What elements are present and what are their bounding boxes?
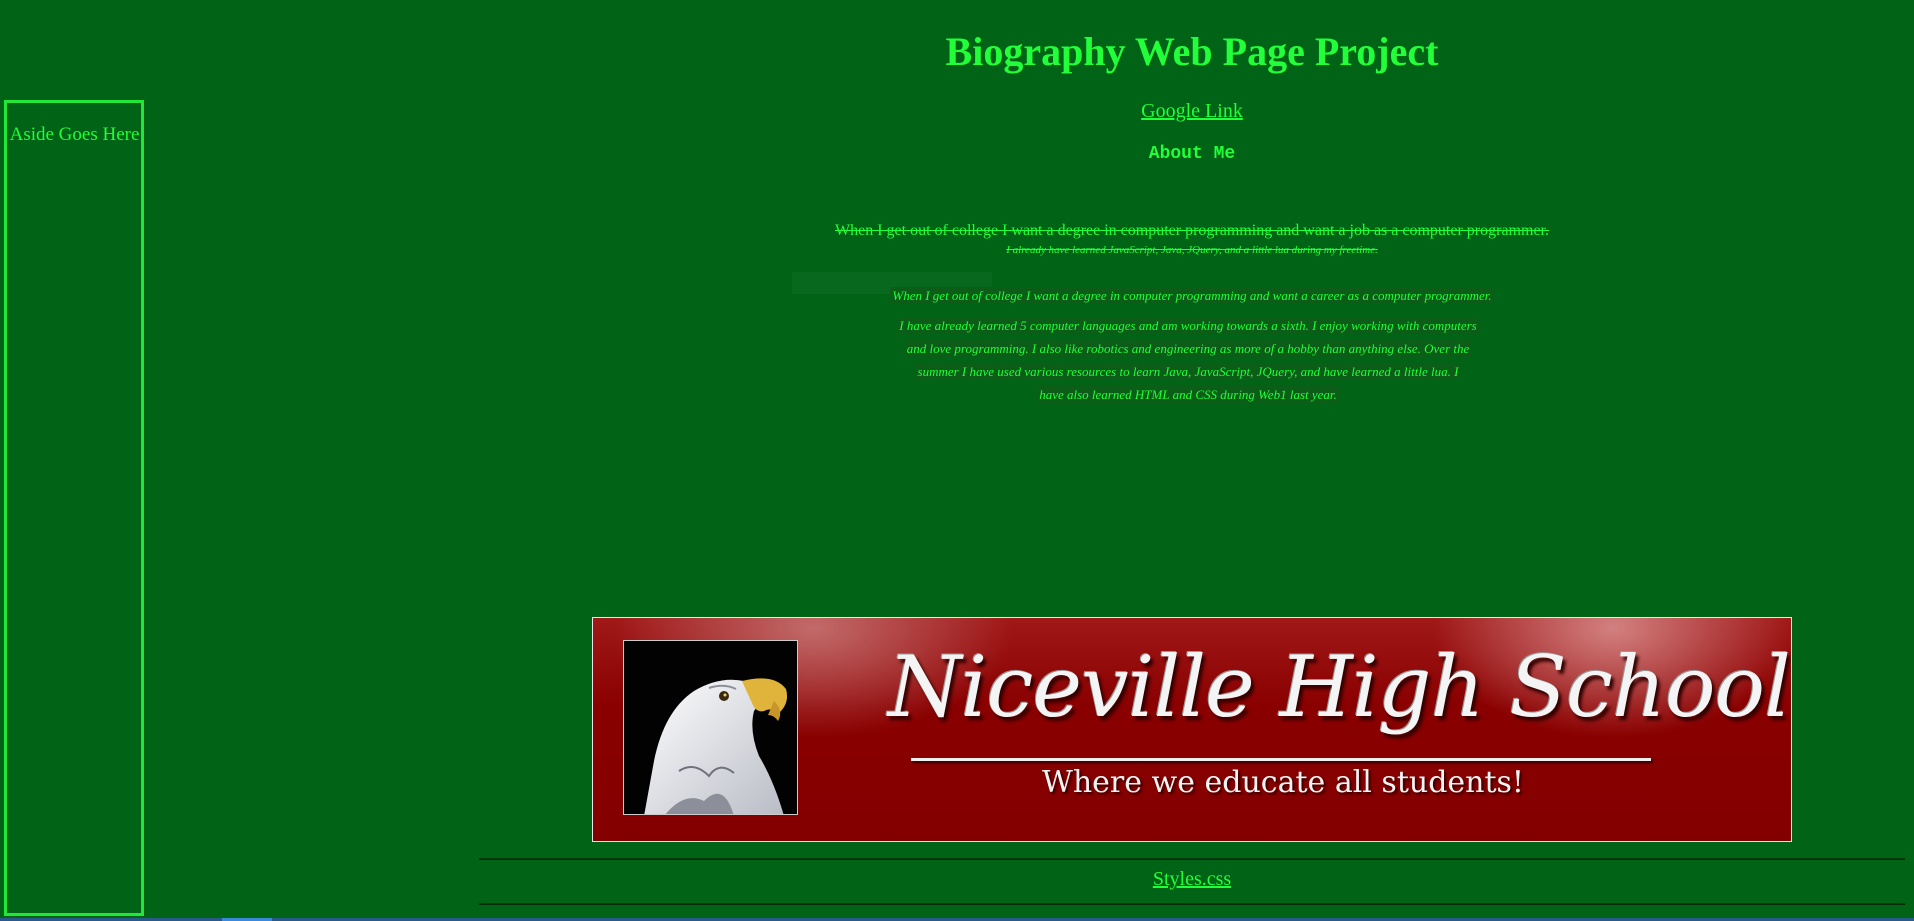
about-paragraph: I have already learned 5 computer langua… (868, 314, 1508, 406)
page-title: Biography Web Page Project (945, 29, 1439, 74)
struck-sub-text: I already have learned JavaScript, Java,… (1006, 244, 1378, 256)
school-tagline: Where we educate all students! (1042, 765, 1524, 800)
styles-css-link[interactable]: Styles.css (479, 868, 1905, 891)
aside-panel (4, 100, 144, 916)
paragraph-line: summer I have used various resources to … (915, 363, 1461, 380)
school-banner-image: Niceville High School Where we educate a… (592, 617, 1792, 842)
struck-intro-text: When I get out of college I want a degre… (835, 222, 1549, 239)
career-goal-text: When I get out of college I want a degre… (479, 287, 1905, 304)
school-name: Niceville High School (888, 638, 1791, 736)
paragraph-line: I have already learned 5 computer langua… (897, 317, 1479, 334)
career-goal-label: When I get out of college I want a degre… (890, 287, 1494, 304)
footer-rule-top (479, 858, 1905, 860)
footer-rule-bottom (479, 903, 1905, 905)
paragraph-line: and love programming. I also like roboti… (904, 340, 1472, 357)
banner-divider (911, 758, 1651, 761)
google-link[interactable]: Google Link (479, 100, 1905, 123)
aside-label: Aside Goes Here (9, 124, 140, 145)
eagle-icon (623, 640, 798, 815)
paragraph-line: have also learned HTML and CSS during We… (1037, 386, 1339, 403)
about-me-heading: About Me (1148, 144, 1236, 164)
